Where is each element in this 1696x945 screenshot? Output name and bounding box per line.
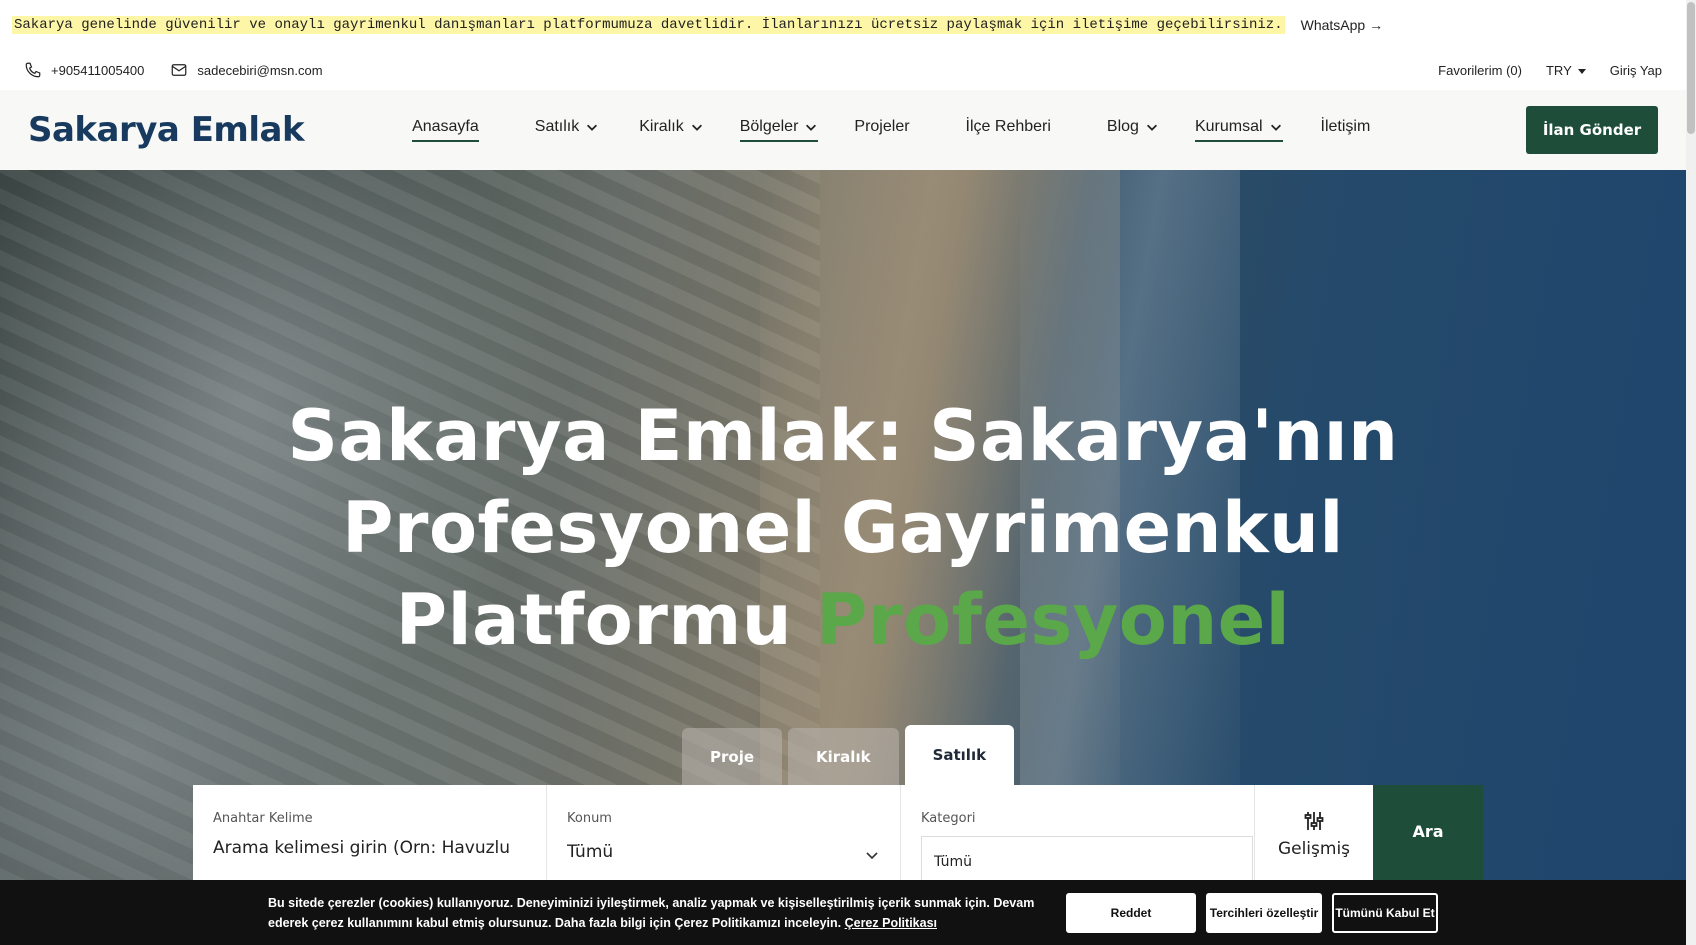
cookie-line2: ederek çerez kullanımını kabul etmiş olu…	[268, 915, 842, 930]
cookie-actions: Reddet Tercihleri özelleştir Tümünü Kabu…	[1066, 892, 1438, 933]
whatsapp-link[interactable]: WhatsApp →	[1301, 17, 1383, 33]
nav-label: Blog	[1106, 118, 1139, 135]
contact-bar: +905411005400 sadecebiri@msn.com Favoril…	[0, 50, 1686, 90]
advanced-search-button[interactable]: Gelişmiş	[1255, 785, 1373, 895]
post-listing-button[interactable]: İlan Gönder	[1526, 106, 1658, 154]
phone-number: +905411005400	[51, 62, 145, 78]
location-field[interactable]: Konum Tümü	[547, 785, 901, 895]
category-select[interactable]: Tümü	[921, 836, 1253, 884]
nav-item-iletisim[interactable]: İletişim	[1321, 118, 1371, 142]
search-submit-button[interactable]: Ara	[1373, 785, 1483, 895]
chevron-down-icon	[806, 124, 817, 131]
account-links: Favorilerim (0) TRY Giriş Yap	[1438, 63, 1662, 78]
chevron-down-icon	[1146, 124, 1157, 131]
nav-label: Satılık	[534, 118, 580, 135]
keyword-field[interactable]: Anahtar Kelime Arama kelimesi girin (Orn…	[193, 785, 547, 895]
phone-contact[interactable]: +905411005400	[24, 61, 144, 79]
site-logo[interactable]: Sakarya Emlak	[28, 110, 305, 150]
scrollbar-thumb[interactable]	[1687, 2, 1695, 134]
nav-item-projeler[interactable]: Projeler	[854, 118, 909, 142]
hero-title-line2: Profesyonel Gayrimenkul	[342, 487, 1344, 569]
nav-item-kiralik[interactable]: Kiralık	[639, 118, 703, 142]
chevron-down-icon	[691, 124, 702, 131]
search-tabs: Proje Kiralık Satılık	[682, 725, 1015, 785]
announcement-bar: Sakarya genelinde güvenilir ve onaylı ga…	[0, 0, 1686, 50]
nav-label: Projeler	[854, 118, 910, 135]
location-label: Konum	[567, 811, 612, 826]
nav-item-satilik[interactable]: Satılık	[535, 118, 599, 142]
currency-select[interactable]: TRY	[1546, 63, 1586, 78]
phone-icon	[25, 62, 41, 78]
nav-item-anasayfa[interactable]: Anasayfa	[412, 118, 479, 142]
chevron-down-icon	[1270, 124, 1281, 131]
category-label: Kategori	[921, 811, 976, 826]
email-contact[interactable]: sadecebiri@msn.com	[170, 61, 323, 79]
search-form: Anahtar Kelime Arama kelimesi girin (Orn…	[193, 785, 1483, 895]
nav-label: Anasayfa	[412, 118, 479, 135]
location-select[interactable]: Tümü	[567, 842, 878, 862]
page-scrollbar[interactable]	[1686, 0, 1696, 945]
keyword-label: Anahtar Kelime	[213, 811, 313, 826]
advanced-label: Gelişmiş	[1277, 839, 1351, 859]
cookie-reject-button[interactable]: Reddet	[1066, 892, 1196, 933]
email-address: sadecebiri@msn.com	[197, 62, 323, 78]
nav-label: Kurumsal	[1194, 118, 1263, 135]
mail-icon	[172, 64, 187, 76]
cookie-banner: Bu sitede çerezler (cookies) kullanıyoru…	[0, 880, 1686, 945]
cookie-policy-link[interactable]: Çerez Politikası	[845, 916, 937, 930]
main-nav: Anasayfa Satılık Kiralık Bölgeler Projel…	[412, 118, 1370, 142]
tab-proje[interactable]: Proje	[682, 728, 783, 785]
nav-item-bolgeler[interactable]: Bölgeler	[739, 118, 819, 142]
currency-value: TRY	[1545, 62, 1572, 78]
hero-title-line3: Platformu	[395, 579, 793, 661]
main-header: Sakarya Emlak Anasayfa Satılık Kiralık B…	[0, 90, 1686, 170]
login-link[interactable]: Giriş Yap	[1610, 63, 1662, 78]
nav-label: Kiralık	[639, 118, 684, 135]
announcement-text: Sakarya genelinde güvenilir ve onaylı ga…	[12, 16, 1285, 34]
nav-item-ilce-rehberi[interactable]: İlçe Rehberi	[966, 118, 1051, 142]
nav-label: Bölgeler	[739, 118, 799, 135]
favorites-link[interactable]: Favorilerim (0)	[1438, 63, 1522, 78]
cookie-customize-button[interactable]: Tercihleri özelleştir	[1206, 892, 1322, 933]
hero-title-line1: Sakarya Emlak: Sakarya'nın	[287, 395, 1399, 477]
hero-title-line3-wrap: Platformu Profesyonel	[0, 574, 1686, 666]
chevron-down-icon	[866, 852, 878, 860]
tab-satilik[interactable]: Satılık	[904, 725, 1015, 785]
nav-item-kurumsal[interactable]: Kurumsal	[1194, 118, 1283, 142]
tab-kiralik[interactable]: Kiralık	[788, 728, 899, 785]
cookie-accept-all-button[interactable]: Tümünü Kabul Et	[1332, 892, 1438, 933]
hero-title-accent: Profesyonel	[816, 579, 1291, 661]
sliders-icon	[1304, 812, 1324, 830]
cookie-line1: Bu sitede çerezler (cookies) kullanıyoru…	[268, 895, 1035, 910]
keyword-input[interactable]: Arama kelimesi girin (Orn: Havuzlu	[213, 838, 524, 858]
nav-label: İletişim	[1320, 118, 1371, 135]
nav-item-blog[interactable]: Blog	[1107, 118, 1159, 142]
chevron-down-icon	[587, 124, 598, 131]
category-field[interactable]: Kategori Tümü	[901, 785, 1255, 895]
nav-label: İlçe Rehberi	[965, 118, 1051, 135]
caret-down-icon	[1577, 68, 1586, 74]
hero-title: Sakarya Emlak: Sakarya'nın Profesyonel G…	[0, 390, 1686, 666]
cookie-message: Bu sitede çerezler (cookies) kullanıyoru…	[268, 893, 1048, 933]
